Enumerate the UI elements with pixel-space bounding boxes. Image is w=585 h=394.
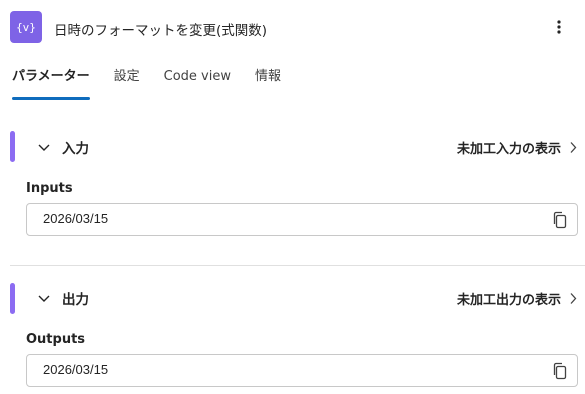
show-raw-outputs-label: 未加工出力の表示: [456, 292, 561, 308]
copy-icon[interactable]: [552, 211, 568, 229]
show-raw-inputs-link[interactable]: 未加工入力の表示: [457, 138, 577, 157]
inputs-section-title: 入力: [62, 141, 89, 157]
tab-info[interactable]: 情報: [255, 66, 281, 100]
outputs-section-header[interactable]: 出力 未加工出力の表示: [36, 288, 577, 308]
inputs-field-value: 2026/03/15: [43, 211, 109, 226]
action-title: 日時のフォーマットを変更(式関数): [54, 23, 268, 39]
tab-code-view[interactable]: Code view: [164, 66, 231, 100]
copy-icon[interactable]: [552, 362, 568, 380]
outputs-field-value: 2026/03/15: [43, 362, 109, 377]
more-vertical-icon[interactable]: [549, 15, 569, 39]
outputs-field[interactable]: 2026/03/15: [26, 354, 578, 387]
inputs-field-label: Inputs: [26, 181, 73, 196]
tab-parameters[interactable]: パラメーター: [12, 66, 90, 100]
outputs-section-title: 出力: [62, 292, 89, 308]
tab-settings[interactable]: 設定: [114, 66, 140, 100]
show-raw-outputs-link[interactable]: 未加工出力の表示: [457, 289, 577, 308]
chevron-right-icon: [570, 141, 577, 153]
inputs-field[interactable]: 2026/03/15: [26, 203, 578, 236]
chevron-down-icon: [38, 144, 50, 151]
chevron-right-icon: [570, 292, 577, 304]
outputs-field-label: Outputs: [26, 332, 86, 347]
variable-braces-icon: {v}: [10, 11, 42, 43]
tab-bar: パラメーター 設定 Code view 情報: [12, 66, 305, 100]
inputs-section-header[interactable]: 入力 未加工入力の表示: [36, 137, 577, 157]
show-raw-inputs-label: 未加工入力の表示: [456, 141, 561, 157]
svg-text:{v}: {v}: [17, 21, 35, 34]
chevron-down-icon: [38, 295, 50, 302]
section-divider: [10, 265, 585, 266]
section-accent-bar: [10, 131, 15, 162]
action-header: {v} 日時のフォーマットを変更(式関数): [10, 11, 575, 45]
section-accent-bar: [10, 283, 15, 314]
